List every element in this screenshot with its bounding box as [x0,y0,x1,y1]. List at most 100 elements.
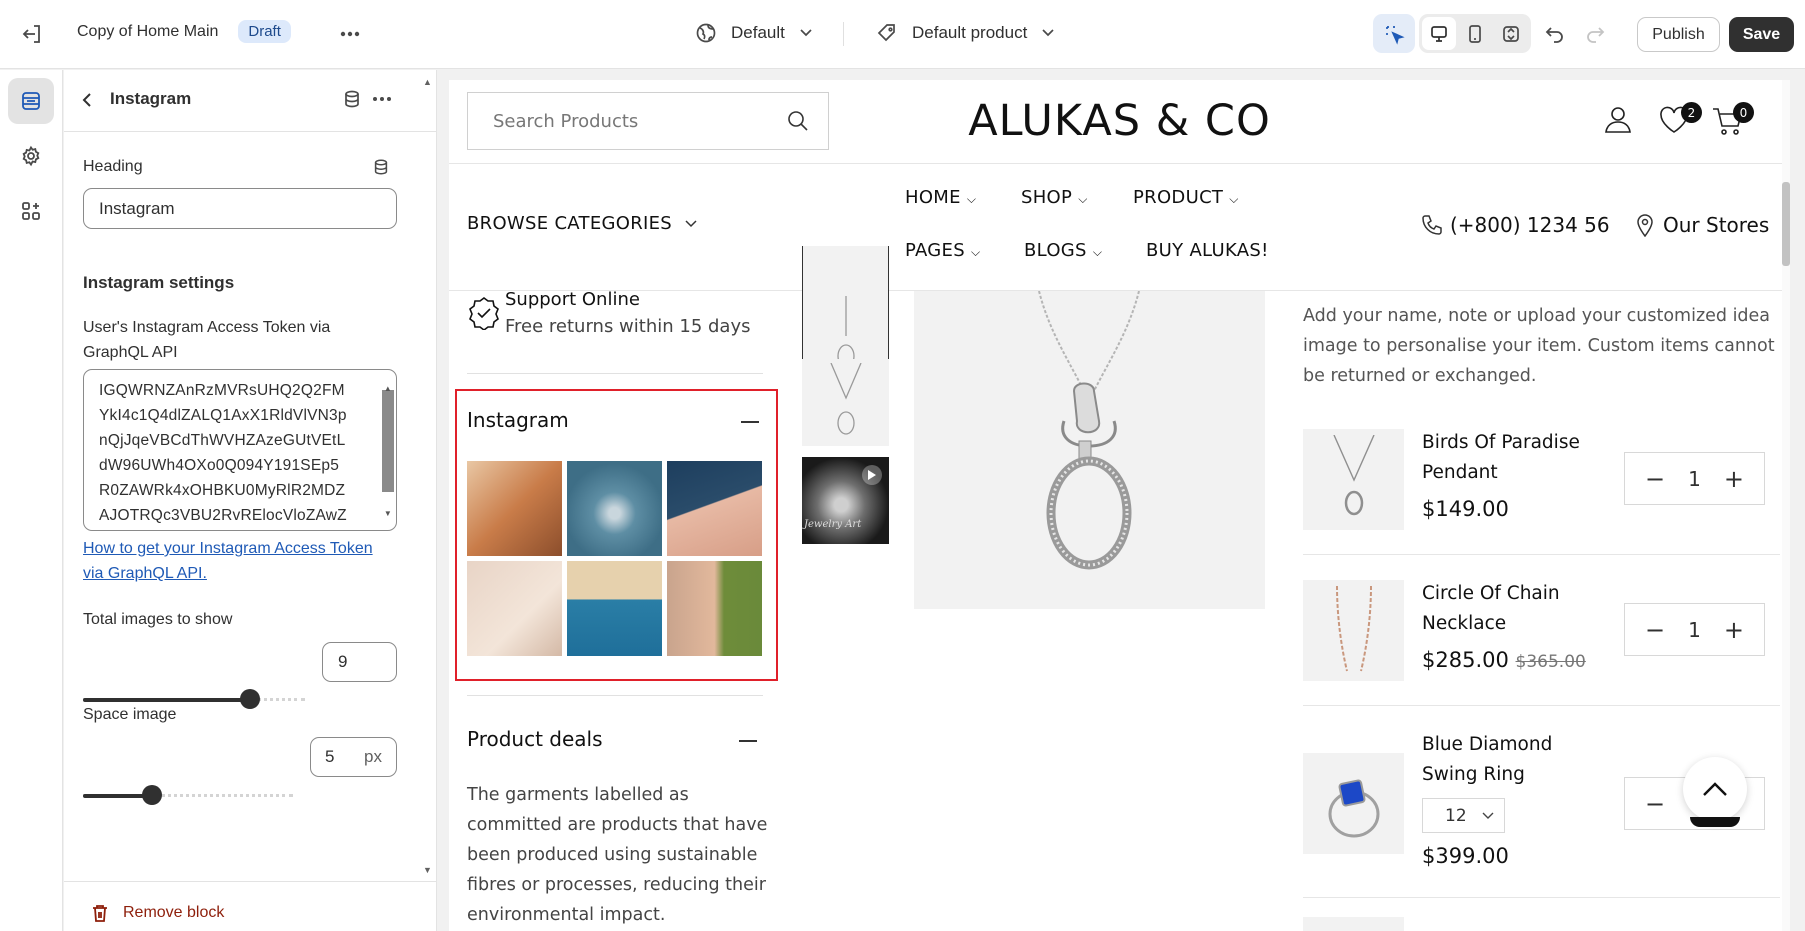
browse-categories-label: BROWSE CATEGORIES [467,213,673,234]
scroll-up-icon[interactable]: ▲ [384,376,392,401]
total-images-input[interactable]: 9 [322,642,397,682]
product-thumb[interactable] [1303,753,1404,854]
nav-pages[interactable]: PAGES ⌵ [905,240,980,261]
divider [467,695,763,696]
status-badge: Draft [238,20,291,43]
product-select[interactable]: Default product [876,22,1055,44]
size-value: 12 [1445,805,1467,826]
back-to-top-button[interactable] [1683,757,1747,821]
support-subtitle: Free returns within 15 days [505,316,751,337]
chevron-down-icon [1482,812,1494,820]
nav-buy[interactable]: BUY ALUKAS! [1146,240,1269,261]
quantity-stepper: − 1 + [1624,603,1765,656]
scroll-down-icon[interactable]: ▼ [423,865,432,875]
instagram-image[interactable] [467,561,562,656]
instagram-image[interactable] [667,561,762,656]
theme-select-label: Default [731,23,785,42]
back-icon[interactable] [78,90,98,110]
fullscreen-icon[interactable] [1494,17,1528,50]
inspector-icon[interactable] [1373,14,1415,53]
badge-check-icon [467,296,501,330]
gallery-video-thumb[interactable]: Jewelry Art [802,457,889,544]
nav-home[interactable]: HOME ⌵ [905,187,976,208]
token-help-link[interactable]: How to get your Instagram Access Token v… [83,536,373,586]
desktop-icon[interactable] [1422,17,1456,50]
minus-icon[interactable]: − [1645,616,1665,644]
redo-icon[interactable] [1584,23,1606,45]
undo-icon[interactable] [1544,23,1566,45]
quantity-value[interactable]: 1 [1688,618,1701,642]
wishlist-count: 2 [1681,102,1702,123]
publish-button[interactable]: Publish [1637,17,1720,52]
slider-handle[interactable] [240,689,260,709]
custom-line: image to personalise your item. Custom i… [1303,336,1775,356]
product-thumb[interactable] [1303,580,1404,681]
total-images-label: Total images to show [83,611,233,628]
space-image-input[interactable]: 5 px [310,737,397,777]
dynamic-source-icon[interactable] [372,158,390,176]
collapse-icon[interactable] [741,421,759,423]
product-thumb[interactable] [1303,429,1404,530]
support-title: Support Online [505,289,640,310]
back-to-top-shadow [1690,817,1740,827]
instagram-image[interactable] [567,561,662,656]
token-line: AJOTRQc3VBU2RvRElocVloZAwZ [99,507,347,524]
product-main-image[interactable] [914,291,1265,609]
phone-link[interactable]: (+800) 1234 56 [1420,213,1610,237]
slider-handle[interactable] [142,785,162,805]
chevron-down-icon: ⌵ [1229,192,1239,206]
scroll-up-icon[interactable]: ▲ [423,77,432,87]
instagram-block-selected[interactable]: Instagram [455,389,778,681]
left-rail [0,70,63,931]
settings-gear-icon[interactable] [8,133,54,179]
database-icon[interactable] [342,89,362,109]
theme-select[interactable]: Default [695,22,813,44]
instagram-image[interactable] [667,461,762,556]
token-textarea[interactable]: IGQWRNZAnRzMVRsUHQ2Q2FM YkI4c1Q4dlZALQ1A… [83,369,397,531]
nav-blogs[interactable]: BLOGS ⌵ [1024,240,1102,261]
save-button[interactable]: Save [1729,17,1794,52]
product-name-line: Blue Diamond [1422,734,1553,755]
tag-icon [876,22,898,44]
plus-icon[interactable]: + [1724,465,1744,493]
store-search[interactable]: Search Products [467,92,829,150]
exit-icon[interactable] [20,22,44,46]
product-name[interactable]: Circle Of Chain Necklace [1422,579,1560,639]
nav-shop[interactable]: SHOP ⌵ [1021,187,1088,208]
chevron-down-icon: ⌵ [970,245,981,259]
chevron-down-icon [799,28,813,38]
browse-categories[interactable]: BROWSE CATEGORIES [467,213,698,234]
page-name[interactable]: Copy of Home Main Draft [77,20,291,43]
nav-product[interactable]: PRODUCT ⌵ [1133,187,1239,208]
remove-block-button[interactable]: Remove block [91,903,224,923]
mobile-icon[interactable] [1458,17,1492,50]
size-select[interactable]: 12 [1422,798,1505,833]
quantity-value[interactable]: 1 [1688,467,1701,491]
our-stores-link[interactable]: Our Stores [1636,213,1769,237]
product-thumb[interactable] [1303,917,1404,931]
sections-icon[interactable] [8,78,54,124]
product-name[interactable]: Blue Diamond Swing Ring [1422,730,1552,790]
nav-label: BLOGS [1024,240,1087,261]
heading-input[interactable]: Instagram [83,188,397,229]
instagram-image[interactable] [467,461,562,556]
product-deals-text: The garments labelled as committed are p… [467,780,767,930]
textarea-scrollbar[interactable] [382,390,394,492]
plus-icon[interactable]: + [1724,616,1744,644]
token-line: IGQWRNZAnRzMVRsUHQ2Q2FM [99,382,345,399]
gallery-thumb[interactable] [802,359,889,446]
scroll-down-icon[interactable]: ▼ [384,501,392,526]
minus-icon[interactable]: − [1645,790,1665,818]
collapse-icon[interactable] [739,740,757,742]
apps-icon[interactable] [8,188,54,234]
product-name[interactable]: Birds Of Paradise Pendant [1422,428,1580,488]
panel-more-icon[interactable] [370,87,394,111]
preview-scrollbar[interactable] [1782,182,1790,266]
account-icon[interactable] [1603,104,1633,134]
deals-line: environmental impact. [467,905,666,925]
instagram-grid [467,461,763,659]
instagram-image[interactable] [567,461,662,556]
space-image-slider[interactable] [83,785,293,814]
minus-icon[interactable]: − [1645,465,1665,493]
more-icon[interactable] [338,20,362,48]
